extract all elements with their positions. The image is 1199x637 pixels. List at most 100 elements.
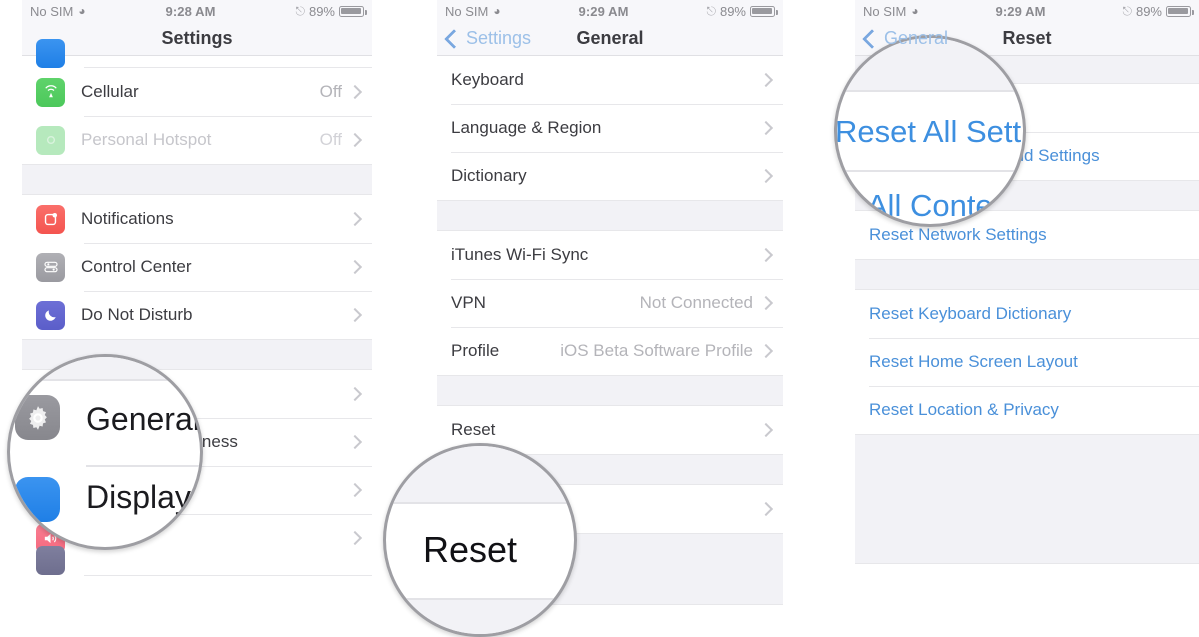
status-bar-left: No SIM ◕ xyxy=(445,4,501,19)
settings-row-do-not-disturb[interactable]: Do Not Disturb xyxy=(22,291,372,339)
magnifier-separator xyxy=(86,465,200,467)
chevron-right-icon xyxy=(347,259,363,275)
chevron-right-icon xyxy=(347,132,363,148)
wifi-settings-icon xyxy=(36,39,65,68)
general-row-value: iOS Beta Software Profile xyxy=(560,341,753,360)
general-row-label: iTunes Wi-Fi Sync xyxy=(451,245,589,264)
chevron-right-icon xyxy=(758,72,774,88)
reset-row-keyboard-dictionary[interactable]: Reset Keyboard Dictionary xyxy=(855,290,1199,338)
chevron-right-icon xyxy=(347,386,363,402)
settings-row-cellular[interactable]: Cellular Off xyxy=(22,68,372,116)
list-group-separator xyxy=(437,200,783,231)
battery-icon xyxy=(750,5,778,17)
general-list-group-2: iTunes Wi-Fi Sync VPN Not Connected Prof… xyxy=(437,231,783,375)
chevron-right-icon xyxy=(347,307,363,323)
magnifier-separator xyxy=(10,379,200,381)
magnifier-separator xyxy=(837,170,1023,172)
magnifier-group-band xyxy=(386,446,574,502)
status-bar-left: No SIM ◕ xyxy=(30,4,86,19)
chevron-right-icon xyxy=(347,84,363,100)
carrier-label: No SIM xyxy=(863,3,907,19)
magnifier-content: General Display xyxy=(10,357,200,547)
back-button[interactable]: General xyxy=(862,28,949,49)
back-button[interactable]: Settings xyxy=(444,28,532,49)
general-row-label: VPN xyxy=(451,293,486,312)
magnifier-reset: Reset xyxy=(383,443,577,637)
status-bar-right: ⎋ 89% xyxy=(706,4,778,19)
battery-icon xyxy=(1166,5,1194,17)
general-row-label: Keyboard xyxy=(451,70,524,89)
general-gear-icon xyxy=(15,395,60,440)
settings-row-label: Control Center xyxy=(81,257,192,276)
siri-icon xyxy=(36,546,65,575)
reset-row-label: Reset Network Settings xyxy=(869,225,1047,244)
general-row-profile[interactable]: Profile iOS Beta Software Profile xyxy=(437,327,783,375)
magnifier-label-erase-all-content: Erase All Content xyxy=(837,188,1019,223)
settings-row-label: Notifications xyxy=(81,209,174,228)
wifi-icon: ◕ xyxy=(493,4,501,18)
magnifier-separator xyxy=(837,90,1023,92)
status-bar-left: No SIM ◕ xyxy=(863,4,919,19)
screenshot-stage: No SIM ◕ 9:28 AM ⎋ 89% Settings Cellular… xyxy=(0,0,1199,637)
reset-row-label: Reset Keyboard Dictionary xyxy=(869,304,1072,323)
back-button-label: General xyxy=(884,28,949,48)
partial-wifi-row xyxy=(22,39,372,68)
magnifier-content: Reset All Settings Erase All Content xyxy=(837,38,1023,224)
list-group-separator xyxy=(855,259,1199,290)
battery-percent-label: 89% xyxy=(1135,3,1162,19)
reset-row-home-screen-layout[interactable]: Reset Home Screen Layout xyxy=(855,338,1199,386)
reset-row-location-privacy[interactable]: Reset Location & Privacy xyxy=(855,386,1199,434)
chevron-right-icon xyxy=(758,343,774,359)
general-row-keyboard[interactable]: Keyboard xyxy=(437,56,783,104)
battery-percent-label: 89% xyxy=(308,3,335,19)
settings-row-value: Off xyxy=(319,82,342,101)
magnifier-general: General Display xyxy=(7,354,203,550)
cellular-icon xyxy=(36,77,65,107)
general-row-value: Not Connected xyxy=(639,293,753,312)
chevron-right-icon xyxy=(758,501,774,517)
settings-list: Cellular Off Personal Hotspot Off xyxy=(22,68,372,164)
magnifier-label-general: General xyxy=(86,401,200,437)
status-bar-right: ⎋ 89% xyxy=(1122,3,1194,19)
general-row-label: Dictionary xyxy=(451,166,527,185)
general-row-vpn[interactable]: VPN Not Connected xyxy=(437,279,783,327)
general-list-group-1: Keyboard Language & Region Dictionary xyxy=(437,56,783,200)
magnifier-group-band xyxy=(386,600,574,634)
list-group-separator xyxy=(437,375,783,406)
nav-bar: Settings General xyxy=(437,22,783,56)
chevron-right-icon xyxy=(758,295,774,311)
chevron-left-icon xyxy=(862,28,882,49)
general-row-label: Profile xyxy=(451,341,500,360)
chevron-right-icon xyxy=(347,482,363,498)
battery-icon xyxy=(339,5,367,17)
do-not-disturb-icon xyxy=(36,300,65,330)
carrier-label: No SIM xyxy=(30,3,74,19)
status-bar: No SIM ◕ 9:28 AM ⎋ 89% xyxy=(22,0,372,22)
list-bottom-spacer xyxy=(855,434,1199,564)
magnifier-reset-all-settings: Reset All Settings Erase All Content xyxy=(834,35,1026,227)
back-button-label: Settings xyxy=(466,28,532,48)
status-bar-right: ⎋ 89% xyxy=(295,3,367,19)
bluetooth-icon: ⎋ xyxy=(1122,4,1132,18)
chevron-right-icon xyxy=(347,530,363,546)
list-group-separator xyxy=(22,164,372,195)
settings-row-personal-hotspot[interactable]: Personal Hotspot Off xyxy=(22,116,372,164)
general-row-itunes-wifi-sync[interactable]: iTunes Wi-Fi Sync xyxy=(437,231,783,279)
magnifier-label-reset-all-settings: Reset All Settings xyxy=(835,114,1023,149)
reset-row-label: Reset Location & Privacy xyxy=(869,400,1059,419)
notifications-icon xyxy=(36,204,65,234)
bluetooth-icon: ⎋ xyxy=(295,4,305,18)
general-row-language-region[interactable]: Language & Region xyxy=(437,104,783,152)
settings-row-control-center[interactable]: Control Center xyxy=(22,243,372,291)
settings-list-second-group: Notifications Control Center Do Not Dist… xyxy=(22,195,372,339)
settings-row-notifications[interactable]: Notifications xyxy=(22,195,372,243)
general-row-label: Reset xyxy=(451,420,496,439)
settings-row-label: Cellular xyxy=(81,82,139,101)
display-brightness-icon xyxy=(15,477,60,522)
status-bar-time: 9:29 AM xyxy=(578,3,629,19)
nav-bar: Settings xyxy=(22,22,372,56)
status-bar-time: 9:28 AM xyxy=(165,3,216,19)
general-row-dictionary[interactable]: Dictionary xyxy=(437,152,783,200)
page-title: Settings xyxy=(161,28,233,48)
personal-hotspot-icon xyxy=(36,125,65,155)
